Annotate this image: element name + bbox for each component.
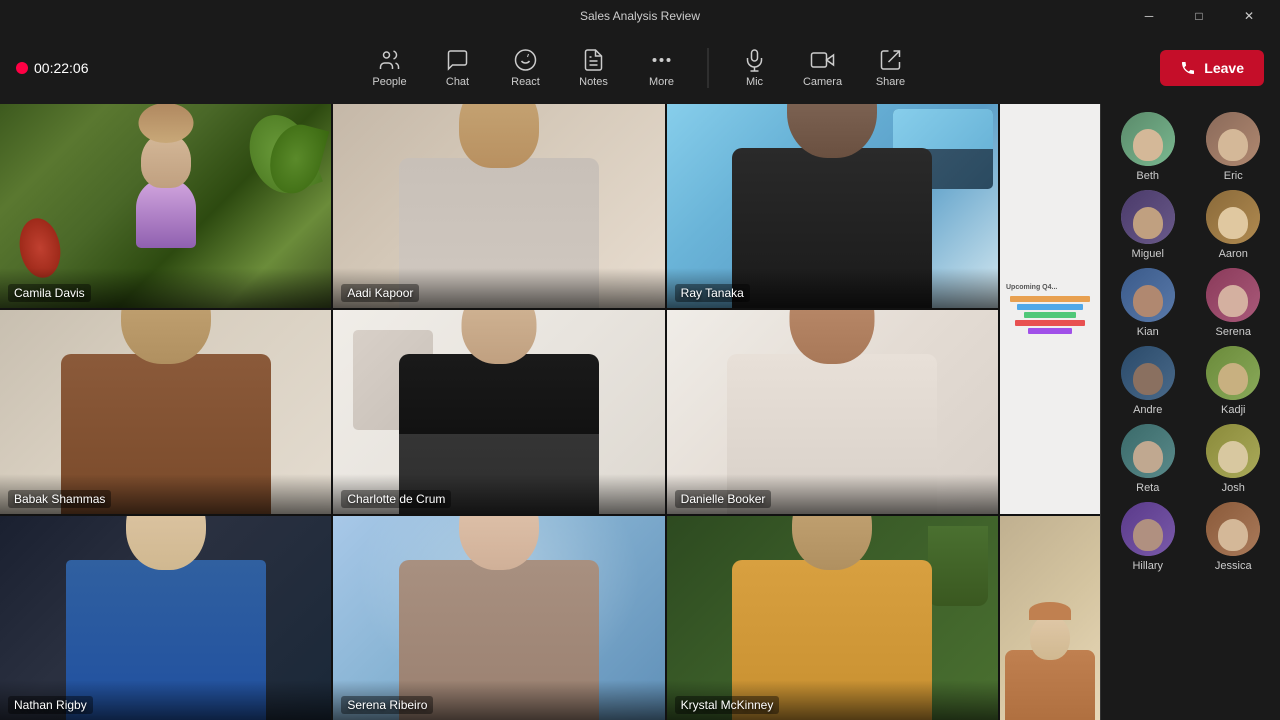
divider (708, 48, 709, 88)
avatar-miguel (1121, 190, 1175, 244)
avatar-kadji (1206, 346, 1260, 400)
participant-name-danielle: Danielle Booker (675, 490, 772, 508)
person-beth[interactable]: Beth (1109, 112, 1187, 182)
avatar-hillary (1121, 502, 1175, 556)
people-button[interactable]: People (360, 38, 420, 98)
leave-label: Leave (1204, 60, 1244, 76)
more-icon (650, 48, 674, 72)
share-button[interactable]: Share (861, 38, 921, 98)
notes-label: Notes (579, 76, 608, 88)
participant-name-nathan: Nathan Rigby (8, 696, 93, 714)
phone-icon (1180, 60, 1196, 76)
avatar-aaron (1206, 190, 1260, 244)
title-bar: Sales Analysis Review ─ □ ✕ (0, 0, 1280, 32)
person-name-josh: Josh (1222, 482, 1245, 494)
avatar-josh (1206, 424, 1260, 478)
more-label: More (649, 76, 674, 88)
minimize-button[interactable]: ─ (1126, 0, 1172, 32)
person-name-hillary: Hillary (1132, 560, 1163, 572)
person-name-serena: Serena (1216, 326, 1251, 338)
person-name-jessica: Jessica (1215, 560, 1252, 572)
timer-value: 00:22:06 (34, 60, 89, 76)
person-hillary[interactable]: Hillary (1109, 502, 1187, 572)
person-name-andre: Andre (1133, 404, 1162, 416)
mic-icon (743, 48, 767, 72)
video-tile-krystal[interactable]: Krystal McKinney (667, 516, 998, 720)
avatar-beth (1121, 112, 1175, 166)
people-grid: Beth Eric Miguel (1109, 112, 1272, 572)
participant-name-krystal: Krystal McKinney (675, 696, 780, 714)
video-tile-ray[interactable]: Ray Tanaka (667, 104, 998, 308)
react-label: React (511, 76, 540, 88)
window-title: Sales Analysis Review (580, 9, 700, 23)
person-reta[interactable]: Reta (1109, 424, 1187, 494)
main-content: Camila Davis Aadi Kapoor (0, 104, 1280, 720)
recording-indicator (16, 62, 28, 74)
video-tile-self[interactable] (1000, 516, 1100, 720)
avatar-reta (1121, 424, 1175, 478)
participant-name-charlotte: Charlotte de Crum (341, 490, 451, 508)
notes-button[interactable]: Notes (564, 38, 624, 98)
avatar-andre (1121, 346, 1175, 400)
chat-icon (446, 48, 470, 72)
video-tile-nathan[interactable]: Nathan Rigby (0, 516, 331, 720)
person-jessica[interactable]: Jessica (1195, 502, 1273, 572)
video-tile-danielle[interactable]: Danielle Booker (667, 310, 998, 514)
toolbar-actions: People Chat React (360, 38, 921, 98)
share-label: Share (876, 76, 905, 88)
person-name-aaron: Aaron (1219, 248, 1248, 260)
participant-name-camila: Camila Davis (8, 284, 91, 302)
person-josh[interactable]: Josh (1195, 424, 1273, 494)
camera-label: Camera (803, 76, 842, 88)
mic-button[interactable]: Mic (725, 38, 785, 98)
leave-button[interactable]: Leave (1160, 50, 1264, 86)
person-name-kian: Kian (1137, 326, 1159, 338)
person-name-eric: Eric (1224, 170, 1243, 182)
react-button[interactable]: React (496, 38, 556, 98)
person-eric[interactable]: Eric (1195, 112, 1273, 182)
participant-name-aadi: Aadi Kapoor (341, 284, 419, 302)
person-name-reta: Reta (1136, 482, 1159, 494)
more-button[interactable]: More (632, 38, 692, 98)
participant-name-babak: Babak Shammas (8, 490, 111, 508)
meeting-timer: 00:22:06 (16, 60, 89, 76)
close-button[interactable]: ✕ (1226, 0, 1272, 32)
video-tile-charlotte[interactable]: Charlotte de Crum (333, 310, 664, 514)
video-tile-screen[interactable]: Upcoming Q4... (1000, 104, 1100, 514)
mic-label: Mic (746, 76, 763, 88)
toolbar: 00:22:06 People Chat React (0, 32, 1280, 104)
participant-name-serena-r: Serena Ribeiro (341, 696, 433, 714)
avatar-serena (1206, 268, 1260, 322)
notes-icon (582, 48, 606, 72)
camera-button[interactable]: Camera (793, 38, 853, 98)
person-kadji[interactable]: Kadji (1195, 346, 1273, 416)
people-panel: Beth Eric Miguel (1100, 104, 1280, 720)
avatar-eric (1206, 112, 1260, 166)
window-controls: ─ □ ✕ (1126, 0, 1272, 32)
video-tile-aadi[interactable]: Aadi Kapoor (333, 104, 664, 308)
person-miguel[interactable]: Miguel (1109, 190, 1187, 260)
person-name-kadji: Kadji (1221, 404, 1245, 416)
avatar-jessica (1206, 502, 1260, 556)
people-label: People (372, 76, 406, 88)
maximize-button[interactable]: □ (1176, 0, 1222, 32)
people-icon (378, 48, 402, 72)
person-name-beth: Beth (1136, 170, 1159, 182)
person-serena[interactable]: Serena (1195, 268, 1273, 338)
video-tile-serena-r[interactable]: Serena Ribeiro (333, 516, 664, 720)
person-aaron[interactable]: Aaron (1195, 190, 1273, 260)
camera-icon (811, 48, 835, 72)
chat-label: Chat (446, 76, 469, 88)
video-tile-camila[interactable]: Camila Davis (0, 104, 331, 308)
react-icon (514, 48, 538, 72)
chat-button[interactable]: Chat (428, 38, 488, 98)
video-tile-babak[interactable]: Babak Shammas (0, 310, 331, 514)
participant-name-ray: Ray Tanaka (675, 284, 750, 302)
share-icon (879, 48, 903, 72)
video-grid: Camila Davis Aadi Kapoor (0, 104, 1100, 720)
person-name-miguel: Miguel (1132, 248, 1164, 260)
person-andre[interactable]: Andre (1109, 346, 1187, 416)
person-kian[interactable]: Kian (1109, 268, 1187, 338)
avatar-kian (1121, 268, 1175, 322)
